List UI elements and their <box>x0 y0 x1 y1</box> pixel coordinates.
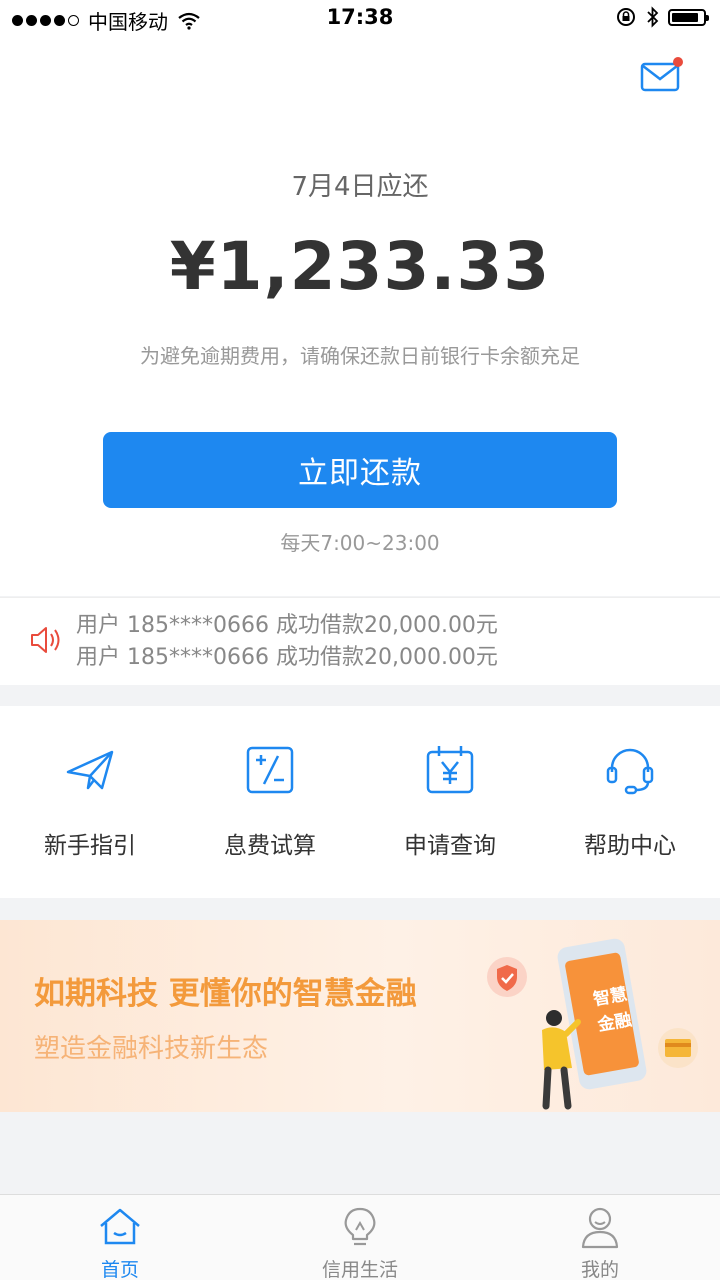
promo-banner[interactable]: 如期科技 更懂你的智慧金融 塑造金融科技新生态 智慧 金融 <box>0 920 720 1112</box>
user-icon <box>581 1207 619 1249</box>
notice-line: 用户 185****0666 成功借款20,000.00元 <box>76 613 498 638</box>
status-bar: 中国移动 17:38 <box>0 0 720 40</box>
bottom-tab-bar: 首页 信用生活 我的 <box>0 1194 720 1280</box>
quick-menu: 新手指引 息费试算 申请查询 帮助中心 <box>0 706 720 898</box>
notice-line: 用户 185****0666 成功借款20,000.00元 <box>76 645 498 670</box>
notice-lines: 用户 185****0666 成功借款20,000.00元 用户 185****… <box>76 610 498 674</box>
headset-icon <box>606 748 654 795</box>
banner-title: 如期科技 更懂你的智慧金融 <box>34 976 417 1012</box>
tab-label: 信用生活 <box>321 1259 398 1280</box>
lightbulb-icon <box>344 1207 376 1246</box>
tab-label: 我的 <box>580 1259 619 1280</box>
menu-item-calculator[interactable]: 息费试算 <box>180 706 360 898</box>
bluetooth-icon <box>647 6 659 28</box>
tab-mine[interactable]: 我的 <box>480 1195 720 1280</box>
battery-icon <box>668 8 709 26</box>
finance-illustration: 智慧 金融 <box>487 938 698 1110</box>
menu-item-query[interactable]: 申请查询 <box>360 706 540 898</box>
menu-item-label: 新手指引 <box>44 833 136 859</box>
menu-item-help[interactable]: 帮助中心 <box>540 706 720 898</box>
repayment-card: 7月4日应还 ¥1,233.33 为避免逾期费用，请确保还款日前银行卡余额充足 … <box>0 40 720 596</box>
menu-item-label: 息费试算 <box>224 833 316 859</box>
calculator-icon <box>246 746 294 794</box>
calendar-yen-icon <box>426 746 474 794</box>
speaker-icon <box>31 627 60 653</box>
message-mail-icon[interactable] <box>640 56 684 92</box>
tab-home[interactable]: 首页 <box>0 1195 240 1280</box>
due-date-label: 7月4日应还 <box>291 172 429 202</box>
loan-notice-ticker: 用户 185****0666 成功借款20,000.00元 用户 185****… <box>0 597 720 685</box>
rotation-lock-icon <box>617 8 635 26</box>
due-amount: ¥1,233.33 <box>169 228 551 305</box>
repay-now-button[interactable]: 立即还款 <box>103 432 617 508</box>
status-time: 17:38 <box>326 5 394 29</box>
tab-credit-life[interactable]: 信用生活 <box>240 1195 480 1280</box>
banner-subtitle: 塑造金融科技新生态 <box>34 1034 269 1064</box>
menu-item-guide[interactable]: 新手指引 <box>0 706 180 898</box>
balance-tip: 为避免逾期费用，请确保还款日前银行卡余额充足 <box>140 344 580 368</box>
menu-item-label: 帮助中心 <box>584 833 676 859</box>
service-hours: 每天7:00~23:00 <box>280 531 440 555</box>
paper-plane-icon <box>66 750 114 790</box>
tab-label: 首页 <box>100 1259 139 1280</box>
menu-item-label: 申请查询 <box>404 833 496 859</box>
status-right <box>616 6 709 28</box>
home-icon <box>100 1208 140 1245</box>
